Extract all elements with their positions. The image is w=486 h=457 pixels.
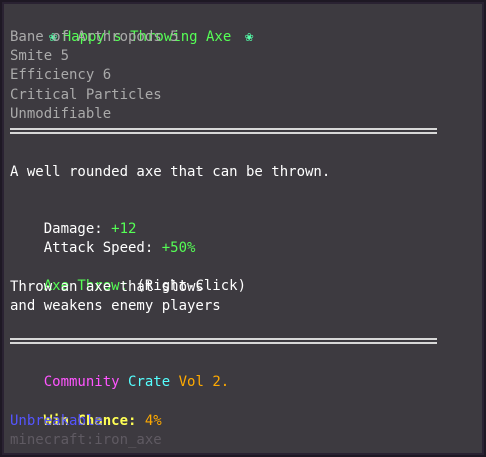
ability-header: Axe Throw: (Right-Click) xyxy=(10,258,246,294)
win-chance-value: 4% xyxy=(136,413,162,429)
stat-damage: Damage: +12 xyxy=(10,201,137,237)
separator xyxy=(10,128,437,136)
item-title: ❀ Happy's Throwing Axe ❀ xyxy=(10,9,259,45)
crate-name: Community Crate Vol 2. xyxy=(10,354,229,390)
stat-label: Attack Speed: xyxy=(43,240,162,256)
item-tooltip: ❀ Happy's Throwing Axe ❀ Bane of Arthropo… xyxy=(0,0,486,457)
ability-line-1: Throw an axe that slows xyxy=(10,279,204,295)
item-description: A well rounded axe that can be thrown. xyxy=(10,164,331,180)
crate-word-3: Vol 2. xyxy=(178,374,230,390)
enchantment-5: Unmodifiable xyxy=(10,106,112,122)
flower-icon: ❀ xyxy=(245,29,254,45)
win-chance: Win Chance: 4% xyxy=(10,393,162,429)
crate-word-1: Community xyxy=(43,374,120,390)
stat-value: +50% xyxy=(161,240,196,256)
enchantment-1: Bane of Arthropods 5 xyxy=(10,29,179,45)
enchantment-2: Smite 5 xyxy=(10,48,70,64)
enchantment-4: Critical Particles xyxy=(10,87,162,103)
item-id: minecraft:iron_axe xyxy=(10,432,162,448)
enchantment-3: Efficiency 6 xyxy=(10,67,112,83)
crate-word-2: Crate xyxy=(128,374,171,390)
stat-attack-speed: Attack Speed: +50% xyxy=(10,220,196,256)
ability-line-2: and weakens enemy players xyxy=(10,298,221,314)
separator xyxy=(10,338,437,346)
unbreakable-label: Unbreakable xyxy=(10,413,103,429)
